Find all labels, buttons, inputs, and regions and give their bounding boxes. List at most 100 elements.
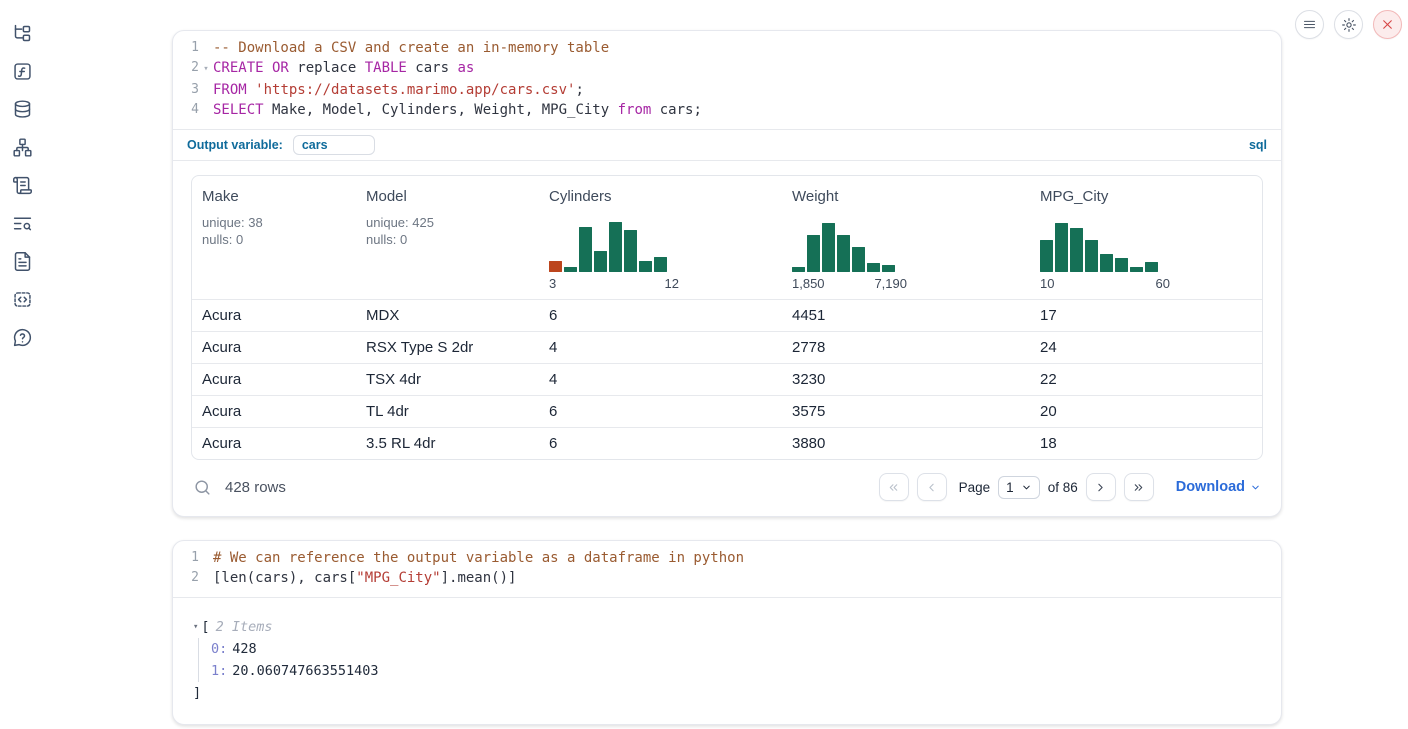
- column-header-model[interactable]: Model unique: 425nulls: 0: [356, 176, 539, 299]
- column-header-make[interactable]: Makeunique: 38nulls: 0: [192, 176, 356, 299]
- table-cell: 3230: [782, 364, 1030, 395]
- logs-search-icon[interactable]: [11, 212, 33, 234]
- fold-spacer: [199, 568, 213, 588]
- column-label: Model: [366, 188, 529, 205]
- column-histogram[interactable]: 1,8507,190: [792, 222, 1020, 291]
- fold-spacer: [199, 100, 213, 120]
- histogram-bar: [1145, 262, 1158, 272]
- table-cell: 18: [1030, 428, 1262, 459]
- code-text: [len(cars), cars["MPG_City"].mean()]: [213, 568, 516, 588]
- table-row[interactable]: AcuraTSX 4dr4323022: [192, 363, 1262, 395]
- table-row[interactable]: AcuraTL 4dr6357520: [192, 395, 1262, 427]
- column-label: Weight: [792, 188, 1020, 205]
- code-line[interactable]: 1-- Download a CSV and create an in-memo…: [173, 38, 1281, 58]
- python-code-editor[interactable]: 1 # We can reference the output variable …: [173, 541, 1281, 598]
- close-icon[interactable]: [1373, 10, 1402, 39]
- page-select[interactable]: 1: [998, 476, 1040, 499]
- table-cell: 3880: [782, 428, 1030, 459]
- histogram-bar: [594, 251, 607, 272]
- database-icon[interactable]: [11, 98, 33, 120]
- last-page-button[interactable]: [1124, 473, 1154, 501]
- column-stats: unique: 425nulls: 0: [366, 214, 529, 248]
- table-row[interactable]: Acura3.5 RL 4dr6388018: [192, 427, 1262, 459]
- table-footer: 428 rows Page 1 of 86: [191, 460, 1263, 516]
- list-items: 0:428 1:20.060747663551403: [198, 638, 1261, 682]
- language-badge[interactable]: sql: [1249, 138, 1267, 152]
- download-button[interactable]: Download: [1176, 479, 1261, 495]
- histogram-bar: [654, 257, 667, 272]
- python-cell: 1 # We can reference the output variable …: [172, 540, 1282, 725]
- settings-gear-icon[interactable]: [1334, 10, 1363, 39]
- histogram-bar: [549, 261, 562, 272]
- code-line[interactable]: 3 FROM 'https://datasets.marimo.app/cars.…: [173, 80, 1281, 100]
- table-cell: 3575: [782, 396, 1030, 427]
- output-variable-input[interactable]: cars: [293, 135, 375, 155]
- table-cell: 6: [539, 396, 782, 427]
- table-row[interactable]: AcuraMDX6445117: [192, 299, 1262, 331]
- code-line[interactable]: 4 SELECT Make, Model, Cylinders, Weight, …: [173, 100, 1281, 120]
- search-icon[interactable]: [193, 478, 212, 497]
- table-output: Makeunique: 38nulls: 0 Model unique: 425nu…: [173, 161, 1281, 516]
- table-cell: 17: [1030, 300, 1262, 331]
- histogram-bar: [624, 230, 637, 272]
- code-text: CREATE OR replace TABLE cars as: [213, 58, 474, 80]
- histogram-bar: [579, 227, 592, 272]
- line-number: 4: [173, 100, 199, 120]
- code-text: FROM 'https://datasets.marimo.app/cars.c…: [213, 80, 584, 100]
- histogram-bar: [609, 222, 622, 272]
- table-cell: Acura: [192, 300, 356, 331]
- column-histogram[interactable]: 1060: [1040, 222, 1252, 291]
- histogram-bar: [852, 247, 865, 272]
- snippets-icon[interactable]: [11, 288, 33, 310]
- histogram-bar: [1070, 228, 1083, 272]
- table-cell: 6: [539, 300, 782, 331]
- histogram-bar: [837, 235, 850, 272]
- fold-chevron-icon[interactable]: ▾: [199, 58, 213, 80]
- histogram-bars: [792, 222, 1020, 272]
- column-header-mpg_city[interactable]: MPG_City1060: [1030, 176, 1262, 299]
- list-item: 0:428: [211, 638, 1261, 660]
- sql-code-editor[interactable]: 1-- Download a CSV and create an in-memo…: [173, 31, 1281, 129]
- dependency-graph-icon[interactable]: [11, 136, 33, 158]
- histogram-bar: [1100, 254, 1113, 272]
- line-number: 1: [173, 548, 199, 568]
- data-table: Makeunique: 38nulls: 0 Model unique: 425nu…: [191, 175, 1263, 460]
- output-variable-label: Output variable:: [187, 138, 283, 152]
- code-text: -- Download a CSV and create an in-memor…: [213, 38, 609, 58]
- code-line[interactable]: 1 # We can reference the output variable …: [173, 548, 1281, 568]
- histogram-axis: 1060: [1040, 276, 1170, 291]
- rows-count: 428 rows: [225, 479, 286, 496]
- table-cell: Acura: [192, 428, 356, 459]
- scratchpad-icon[interactable]: [11, 174, 33, 196]
- functions-icon[interactable]: [11, 60, 33, 82]
- output-variable-row: Output variable: cars sql: [173, 129, 1281, 161]
- code-text: # We can reference the output variable a…: [213, 548, 744, 568]
- table-row[interactable]: AcuraRSX Type S 2dr4277824: [192, 331, 1262, 363]
- histogram-bar: [882, 265, 895, 272]
- open-bracket: [: [201, 616, 209, 638]
- table-body: AcuraMDX6445117AcuraRSX Type S 2dr427782…: [192, 299, 1262, 459]
- next-page-button[interactable]: [1086, 473, 1116, 501]
- prev-page-button[interactable]: [917, 473, 947, 501]
- collapse-chevron-icon[interactable]: ▾: [193, 616, 198, 638]
- list-item: 1:20.060747663551403: [211, 660, 1261, 682]
- file-tree-icon[interactable]: [11, 22, 33, 44]
- menu-icon[interactable]: [1295, 10, 1324, 39]
- sidebar-panel: [0, 0, 44, 729]
- column-header-cylinders[interactable]: Cylinders312: [539, 176, 782, 299]
- table-cell: MDX: [356, 300, 539, 331]
- table-cell: RSX Type S 2dr: [356, 332, 539, 363]
- code-line[interactable]: 2[len(cars), cars["MPG_City"].mean()]: [173, 568, 1281, 588]
- sql-cell: 1 -- Download a CSV and create an in-memo…: [172, 30, 1282, 517]
- first-page-button[interactable]: [879, 473, 909, 501]
- help-icon[interactable]: [11, 326, 33, 348]
- documentation-icon[interactable]: [11, 250, 33, 272]
- column-histogram[interactable]: 312: [549, 222, 772, 291]
- table-cell: 20: [1030, 396, 1262, 427]
- notebook-actions: [1295, 10, 1402, 39]
- histogram-bar: [792, 267, 805, 272]
- code-text: SELECT Make, Model, Cylinders, Weight, M…: [213, 100, 702, 120]
- line-number: 3: [173, 80, 199, 100]
- code-line[interactable]: 2▾CREATE OR replace TABLE cars as: [173, 58, 1281, 80]
- column-header-weight[interactable]: Weight 1,8507,190: [782, 176, 1030, 299]
